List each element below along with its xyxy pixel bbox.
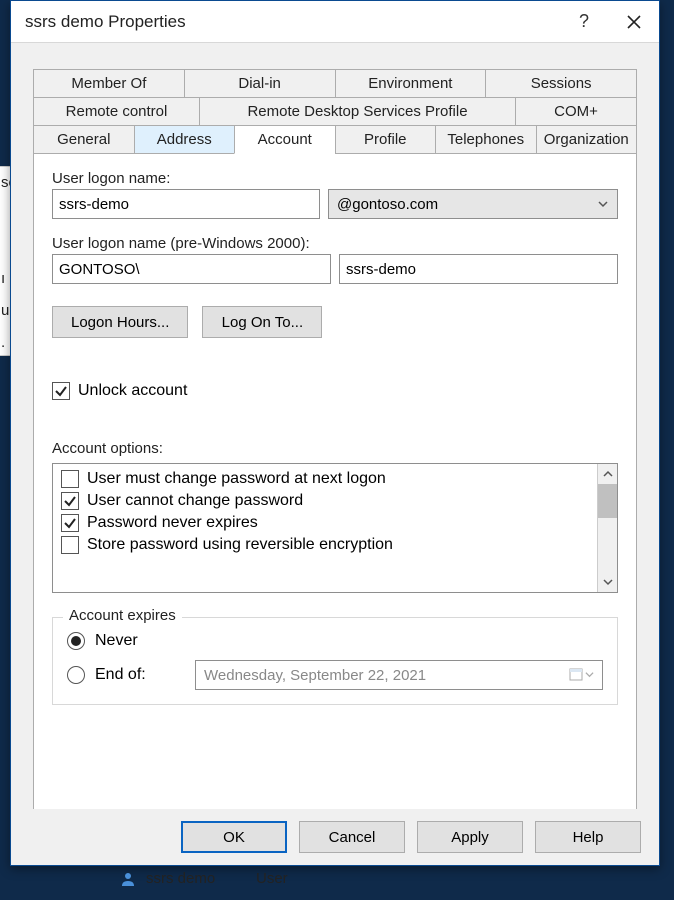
opt-reversible-encryption-checkbox[interactable]	[61, 536, 79, 554]
tab-address[interactable]: Address	[134, 125, 236, 154]
chevron-down-icon	[597, 198, 609, 210]
scroll-down-button[interactable]	[598, 572, 617, 592]
expires-never-radio[interactable]	[67, 632, 85, 650]
upn-suffix-value: @gontoso.com	[337, 196, 438, 213]
tab-general[interactable]: General	[33, 125, 135, 154]
upn-suffix-combo[interactable]: @gontoso.com	[328, 189, 618, 219]
calendar-icon	[569, 667, 594, 681]
expires-endof-radio[interactable]	[67, 666, 85, 684]
user-icon	[120, 871, 136, 887]
account-expires-legend: Account expires	[63, 607, 182, 624]
account-options-list: User must change password at next logon …	[52, 463, 618, 593]
tab-remote-control[interactable]: Remote control	[33, 97, 200, 126]
tab-organization[interactable]: Organization	[536, 125, 638, 154]
titlebar: ssrs demo Properties ?	[11, 1, 659, 43]
pre2000-name-input[interactable]	[339, 254, 618, 284]
background-list-fragment: seıu.	[0, 166, 10, 356]
expires-never-label: Never	[95, 632, 138, 650]
check-icon	[54, 384, 68, 398]
background-row-type: User	[256, 870, 288, 887]
opt-cannot-change-password-label: User cannot change password	[87, 492, 303, 510]
options-scrollbar[interactable]	[597, 464, 617, 592]
log-on-to-button[interactable]: Log On To...	[202, 306, 322, 338]
apply-button[interactable]: Apply	[417, 821, 523, 853]
domain-prefix-field	[52, 254, 331, 284]
window-title: ssrs demo Properties	[25, 12, 559, 32]
tab-strip: Member Of Dial-in Environment Sessions R…	[33, 69, 637, 154]
opt-reversible-encryption-label: Store password using reversible encrypti…	[87, 536, 393, 554]
opt-must-change-password-label: User must change password at next logon	[87, 470, 386, 488]
logon-hours-button[interactable]: Logon Hours...	[52, 306, 188, 338]
opt-password-never-expires-label: Password never expires	[87, 514, 258, 532]
unlock-account-label: Unlock account	[78, 382, 187, 400]
chevron-up-icon	[603, 469, 613, 479]
scroll-thumb[interactable]	[598, 484, 617, 518]
account-tab-page: User logon name: @gontoso.com User logon…	[33, 154, 637, 832]
opt-password-never-expires-checkbox[interactable]	[61, 514, 79, 532]
opt-cannot-change-password-checkbox[interactable]	[61, 492, 79, 510]
account-expires-group: Account expires Never End of: Wednesday,…	[52, 617, 618, 705]
cancel-button[interactable]: Cancel	[299, 821, 405, 853]
tab-dial-in[interactable]: Dial-in	[184, 69, 336, 98]
account-options-label: Account options:	[52, 440, 618, 457]
background-list-row[interactable]: ssrs demo User	[120, 870, 288, 887]
tab-com-plus[interactable]: COM+	[515, 97, 637, 126]
close-icon	[627, 15, 641, 29]
close-button[interactable]	[609, 1, 659, 43]
tab-sessions[interactable]: Sessions	[485, 69, 637, 98]
background-row-name: ssrs demo	[146, 870, 246, 887]
scroll-up-button[interactable]	[598, 464, 617, 484]
dialog-body: Member Of Dial-in Environment Sessions R…	[11, 43, 659, 809]
opt-must-change-password-checkbox[interactable]	[61, 470, 79, 488]
expires-date-picker[interactable]: Wednesday, September 22, 2021	[195, 660, 603, 690]
check-icon	[63, 516, 77, 530]
expires-endof-label: End of:	[95, 666, 185, 684]
unlock-account-checkbox[interactable]	[52, 382, 70, 400]
check-icon	[63, 494, 77, 508]
tab-rds-profile[interactable]: Remote Desktop Services Profile	[199, 97, 516, 126]
help-button[interactable]: ?	[559, 1, 609, 43]
tab-account[interactable]: Account	[234, 125, 336, 154]
logon-name-pre2000-label: User logon name (pre-Windows 2000):	[52, 235, 618, 252]
properties-dialog: ssrs demo Properties ? Member Of Dial-in…	[10, 0, 660, 866]
expires-date-value: Wednesday, September 22, 2021	[204, 667, 426, 684]
tab-telephones[interactable]: Telephones	[435, 125, 537, 154]
help-button-footer[interactable]: Help	[535, 821, 641, 853]
question-icon: ?	[579, 11, 589, 32]
logon-name-label: User logon name:	[52, 170, 618, 187]
tab-environment[interactable]: Environment	[335, 69, 487, 98]
tab-member-of[interactable]: Member Of	[33, 69, 185, 98]
dialog-footer: OK Cancel Apply Help	[11, 809, 659, 865]
logon-name-input[interactable]	[52, 189, 320, 219]
tab-profile[interactable]: Profile	[335, 125, 437, 154]
ok-button[interactable]: OK	[181, 821, 287, 853]
chevron-down-icon	[603, 577, 613, 587]
